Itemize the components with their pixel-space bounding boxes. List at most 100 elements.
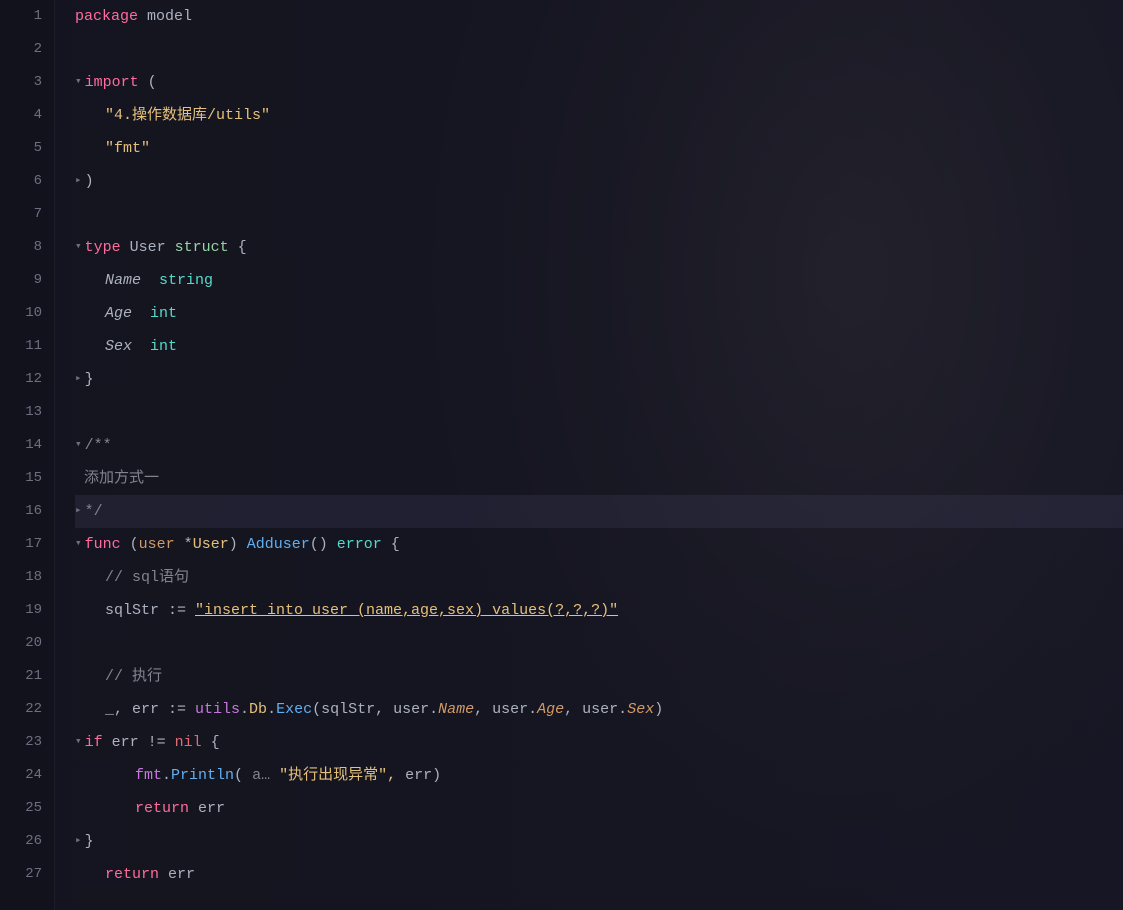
line-number: 26 <box>0 825 42 858</box>
token-10: { <box>382 528 400 561</box>
editor-container: 1234567891011121314151617181920212223242… <box>0 0 1123 910</box>
token-0: Age <box>105 297 132 330</box>
token-1: err <box>189 792 225 825</box>
code-line: ▾import ( <box>75 66 1123 99</box>
line-number: 1 <box>0 0 42 33</box>
line-number: 11 <box>0 330 42 363</box>
token-0[interactable]: ▾ <box>75 66 82 99</box>
token-4: a… <box>252 759 270 792</box>
code-line <box>75 627 1123 660</box>
token-1: . <box>162 759 171 792</box>
code-line: Age int <box>75 297 1123 330</box>
line-number: 4 <box>0 99 42 132</box>
code-line: ▾if err != nil { <box>75 726 1123 759</box>
line-number: 8 <box>0 231 42 264</box>
token-0[interactable]: ▸ <box>75 825 82 858</box>
token-1: if <box>85 726 103 759</box>
code-line: _, err := utils.Db.Exec(sqlStr, user.Nam… <box>75 693 1123 726</box>
code-line: 添加方式一 <box>75 462 1123 495</box>
token-0[interactable]: ▾ <box>75 231 82 264</box>
code-line: Name string <box>75 264 1123 297</box>
token-0: return <box>135 792 189 825</box>
token-6: (sqlStr, user. <box>312 693 438 726</box>
token-8: , user. <box>474 693 537 726</box>
token-1: int <box>132 297 177 330</box>
token-3: ( <box>234 759 252 792</box>
token-1: import <box>85 66 139 99</box>
line-number: 3 <box>0 66 42 99</box>
token-0: sqlStr := <box>105 594 195 627</box>
token-8: () <box>310 528 337 561</box>
line-number: 24 <box>0 759 42 792</box>
line-number: 14 <box>0 429 42 462</box>
code-line: ▸*/ <box>75 495 1123 528</box>
line-number: 17 <box>0 528 42 561</box>
line-number: 18 <box>0 561 42 594</box>
token-0: 添加方式一 <box>75 462 159 495</box>
code-line: ▸} <box>75 363 1123 396</box>
token-1: string <box>141 264 213 297</box>
token-3: user <box>139 528 175 561</box>
token-12: ) <box>654 693 663 726</box>
token-7: Name <box>438 693 474 726</box>
token-0[interactable]: ▸ <box>75 165 82 198</box>
token-0[interactable]: ▸ <box>75 363 82 396</box>
token-0[interactable]: ▸ <box>75 495 82 528</box>
code-line: ▾/** <box>75 429 1123 462</box>
line-number: 2 <box>0 33 42 66</box>
code-line: fmt.Println( a… "执行出现异常", err) <box>75 759 1123 792</box>
token-4: { <box>229 231 247 264</box>
line-number: 12 <box>0 363 42 396</box>
token-1: ) <box>85 165 94 198</box>
token-1: } <box>85 825 94 858</box>
line-number: 5 <box>0 132 42 165</box>
token-0[interactable]: ▾ <box>75 528 82 561</box>
token-0[interactable]: ▾ <box>75 429 82 462</box>
token-0: "4.操作数据库/utils" <box>105 99 270 132</box>
token-5: User <box>193 528 229 561</box>
code-line: ▾type User struct { <box>75 231 1123 264</box>
token-1: func <box>85 528 121 561</box>
code-line: ▸) <box>75 165 1123 198</box>
token-0: // 执行 <box>105 660 162 693</box>
token-7: Adduser <box>238 528 310 561</box>
code-line: ▾func (user *User) Adduser() error { <box>75 528 1123 561</box>
token-3: struct <box>166 231 229 264</box>
token-6: ) <box>229 528 238 561</box>
token-1: */ <box>85 495 103 528</box>
code-line: // sql语句 <box>75 561 1123 594</box>
line-number: 22 <box>0 693 42 726</box>
token-0: Sex <box>105 330 132 363</box>
token-3: Db <box>249 693 267 726</box>
code-line <box>75 396 1123 429</box>
code-line: // 执行 <box>75 660 1123 693</box>
token-0[interactable]: ▾ <box>75 726 82 759</box>
code-content: package model ▾import ("4.操作数据库/utils""f… <box>55 0 1123 910</box>
code-line: return err <box>75 792 1123 825</box>
line-numbers: 1234567891011121314151617181920212223242… <box>0 0 55 910</box>
line-number: 27 <box>0 858 42 891</box>
token-2: . <box>240 693 249 726</box>
token-2: err != <box>103 726 175 759</box>
code-editor: 1234567891011121314151617181920212223242… <box>0 0 1123 910</box>
code-line: return err <box>75 858 1123 891</box>
token-4: * <box>175 528 193 561</box>
token-1: err <box>159 858 195 891</box>
line-number: 15 <box>0 462 42 495</box>
token-1: } <box>85 363 94 396</box>
code-line: "fmt" <box>75 132 1123 165</box>
line-number: 9 <box>0 264 42 297</box>
token-0: "fmt" <box>105 132 150 165</box>
code-line: ▸} <box>75 825 1123 858</box>
token-1: type <box>85 231 121 264</box>
token-2: User <box>121 231 166 264</box>
token-5: "执行出现异常", <box>270 759 396 792</box>
token-4: { <box>202 726 220 759</box>
code-line: package model <box>75 0 1123 33</box>
token-0: _, err := <box>105 693 195 726</box>
token-0: // sql语句 <box>105 561 189 594</box>
token-2: Println <box>171 759 234 792</box>
line-number: 10 <box>0 297 42 330</box>
line-number: 25 <box>0 792 42 825</box>
line-number: 21 <box>0 660 42 693</box>
